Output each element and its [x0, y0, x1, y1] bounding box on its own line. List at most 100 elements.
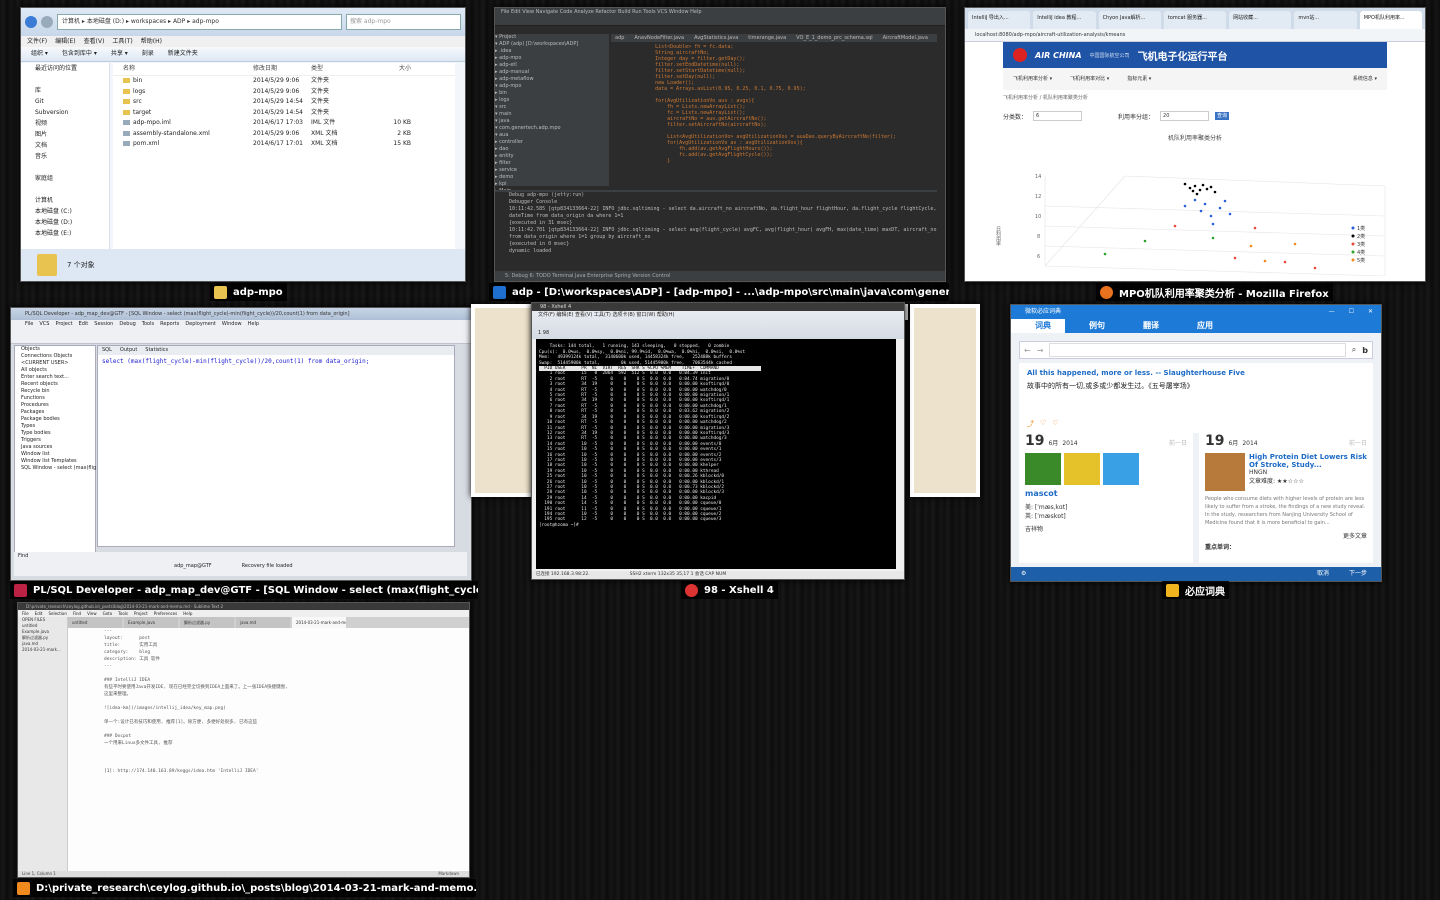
browser-tab[interactable]: MPO机队利用率...	[1359, 11, 1422, 29]
plsql-menu-item[interactable]: File	[25, 320, 33, 329]
object-browser-item[interactable]: Window list	[15, 451, 95, 458]
nav-item[interactable]: 本地磁盘 (D:)	[21, 217, 109, 228]
project-tree-item[interactable]: ▸ filter	[495, 160, 609, 167]
editor-tab[interactable]: AircraftModel.java	[883, 34, 928, 42]
photo-thumbnail-left[interactable]	[471, 304, 537, 497]
project-tree-item[interactable]: ▸ bin	[495, 90, 609, 97]
more-articles-link[interactable]: 更多文章	[1199, 531, 1373, 540]
search-icon[interactable]: ⌕	[1352, 345, 1356, 355]
tab-dictionary[interactable]: 词典	[1011, 319, 1065, 333]
editor-tab[interactable]: VO_E_1_demo_prc_schema.sql	[796, 34, 872, 42]
close-icon[interactable]: ✕	[1368, 305, 1373, 319]
sublime-menu-item[interactable]: View	[87, 610, 97, 617]
file-tab[interactable]: Example.java	[124, 617, 178, 628]
project-tree-item[interactable]: ▾ Project	[495, 34, 609, 41]
object-browser-item[interactable]: Type bodies	[15, 430, 95, 437]
object-browser-item[interactable]: Connections Objects	[15, 353, 95, 360]
file-row[interactable]: adp-mpo.iml 2014/6/17 17:03 IML 文件 10 KB	[113, 118, 455, 129]
plsql-object-browser[interactable]: Objects Connections Objects <CURRENT USER>…	[14, 345, 96, 557]
browser-tab[interactable]: mvn站...	[1294, 11, 1357, 29]
file-row[interactable]: src 2014/5/29 14:54 文件夹	[113, 97, 455, 108]
tab-apps[interactable]: 应用	[1173, 319, 1227, 333]
cluster-count-input[interactable]: 6	[1033, 111, 1083, 121]
intellij-window-thumbnail[interactable]: File Edit View Navigate Code Analyze Ref…	[494, 7, 946, 282]
menu-tools[interactable]: 工具(T)	[112, 36, 132, 47]
plsql-sql-editor[interactable]: SQL Output Statistics select (max(flight…	[97, 345, 455, 547]
forward-icon[interactable]	[41, 16, 53, 28]
bing-logo-icon[interactable]: b	[1362, 346, 1372, 355]
project-tree-item[interactable]: ▸ kpi	[495, 181, 609, 188]
nav-item[interactable]: 本地磁盘 (C:)	[21, 206, 109, 217]
plsql-window-thumbnail[interactable]: PL/SQL Developer - adp_map_dev@GTF - [SQ…	[10, 307, 472, 581]
plsql-menu-item[interactable]: Edit	[79, 320, 89, 329]
share-button[interactable]: 共享 ▾	[111, 47, 128, 61]
cancel-button[interactable]: 取消	[1317, 567, 1329, 581]
tab-translate[interactable]: 翻译	[1119, 319, 1173, 333]
col-type[interactable]: 类型	[311, 63, 371, 75]
xshell-caption[interactable]: 98 - Xshell 4	[681, 581, 778, 599]
sql-text[interactable]: select (max(flight_cycle)-min(flight_cyc…	[98, 355, 454, 368]
firefox-window-thumbnail[interactable]: IntelliJ 导出入... IntelliJ idea 教程... Chyon …	[964, 7, 1426, 282]
project-tree-item[interactable]: ▸ service	[495, 167, 609, 174]
burn-button[interactable]: 刻录	[142, 47, 154, 61]
nav-item[interactable]: 视频	[21, 118, 109, 129]
project-tree-item[interactable]: ▾ adp-mpo	[495, 83, 609, 90]
scatter-3d-chart[interactable]: 14 12 10 8 6 1类 2类 3类 4类 5类	[1025, 166, 1405, 276]
browser-tab[interactable]: IntelliJ idea 教程...	[1033, 11, 1096, 29]
object-browser-item[interactable]: Procedures	[15, 402, 95, 409]
quote-english[interactable]: All this happened, more or less. -- Slau…	[1027, 369, 1365, 377]
forward-arrow-icon[interactable]: →	[1037, 346, 1044, 355]
favorite-icon[interactable]: ♡	[1052, 419, 1058, 429]
ide-editor-tabs[interactable]: adp AnavNodeFilter.java AvgStatistics.java…	[611, 34, 937, 42]
tab-output[interactable]: Output	[120, 346, 137, 355]
firefox-caption[interactable]: MPO机队利用率聚类分析 - Mozilla Firefox	[1096, 283, 1333, 301]
file-tab[interactable]: untitled	[68, 617, 122, 628]
back-icon[interactable]	[25, 16, 37, 28]
sublime-menu-item[interactable]: Project	[134, 610, 148, 617]
sublime-menu-item[interactable]: Edit	[35, 610, 43, 617]
file-row[interactable]: logs 2014/5/29 9:06 文件夹	[113, 87, 455, 98]
col-name[interactable]: 名称	[113, 63, 253, 75]
sublime-menu-item[interactable]: Find	[73, 610, 81, 617]
nav-item[interactable]: 本地磁盘 (E:)	[21, 228, 109, 239]
project-tree-item[interactable]: ▾ ADP (adp) [D:\workspaces\ADP]	[495, 41, 609, 48]
ide-code-editor[interactable]: List<Double> fh = fc.data; String aircra…	[611, 44, 937, 186]
project-tree-item[interactable]: ▸ .idea	[495, 48, 609, 55]
plsql-menu-item[interactable]: Debug	[119, 320, 135, 329]
nav-item[interactable]: 最近访问的位置	[21, 63, 109, 74]
sublime-menu-item[interactable]: Tools	[118, 610, 128, 617]
nav-utilization-analysis[interactable]: 飞机利用率分析 ▾	[1013, 68, 1052, 90]
sublime-menu-item[interactable]: Preferences	[154, 610, 178, 617]
organize-button[interactable]: 组织 ▾	[31, 47, 48, 61]
col-size[interactable]: 大小	[371, 63, 411, 75]
project-tree-item[interactable]: ▾ java	[495, 118, 609, 125]
plsql-caption[interactable]: PL/SQL Developer - adp_map_dev@GTF - [SQ…	[10, 581, 478, 599]
project-tree-item[interactable]: ▾ src	[495, 104, 609, 111]
nav-item[interactable]: 图片	[21, 129, 109, 140]
project-tree-item[interactable]: ▸ adp-mpo	[495, 55, 609, 62]
nav-item[interactable]: 音乐	[21, 151, 109, 162]
file-tab[interactable]: 解析过滤器.py	[180, 617, 234, 628]
file-row[interactable]: target 2014/5/29 14:54 文件夹	[113, 108, 455, 119]
word-of-day-card[interactable]: 19 6月 2014 前一日 mascot 美: [ˈmæsˌkɑt] 英: […	[1019, 429, 1193, 563]
project-tree-item[interactable]: ▾ com.genertech.adp.mpo	[495, 125, 609, 132]
include-library-button[interactable]: 包含到库中 ▾	[62, 47, 97, 61]
explorer-caption[interactable]: adp-mpo	[210, 283, 287, 301]
sublime-window-thumbnail[interactable]: D:\private_research\ceylog.github.io\_po…	[17, 602, 470, 878]
object-browser-item[interactable]: All objects	[15, 367, 95, 374]
object-browser-item[interactable]: Java sources	[15, 444, 95, 451]
object-browser-item[interactable]: Functions	[15, 395, 95, 402]
xshell-menu-bar[interactable]: 文件(F) 编辑(E) 查看(V) 工具(T) 选项卡(B) 窗口(W) 帮助(…	[538, 311, 904, 320]
object-browser-item[interactable]: Package bodies	[15, 416, 95, 423]
explorer-search-input[interactable]: 搜索 adp-mpo	[346, 14, 461, 30]
share-icon[interactable]: ⤴	[1027, 419, 1034, 429]
tab-statistics[interactable]: Statistics	[145, 346, 168, 355]
dictionary-window-thumbnail[interactable]: 微软必应词典 — ☐ ✕ 词典 例句 翻译 应用 ← → ⌕ b All this …	[1010, 304, 1382, 582]
file-row[interactable]: assembly-standalone.xml 2014/5/29 9:06 XML…	[113, 129, 455, 140]
editor-tab[interactable]: AnavNodeFilter.java	[634, 34, 684, 42]
sublime-menu-item[interactable]: Selection	[48, 610, 66, 617]
object-browser-item[interactable]: Types	[15, 423, 95, 430]
object-browser-item[interactable]: Triggers	[15, 437, 95, 444]
browser-tab[interactable]: 网站收藏...	[1229, 11, 1292, 29]
object-browser-item[interactable]: <CURRENT USER>	[15, 360, 95, 367]
